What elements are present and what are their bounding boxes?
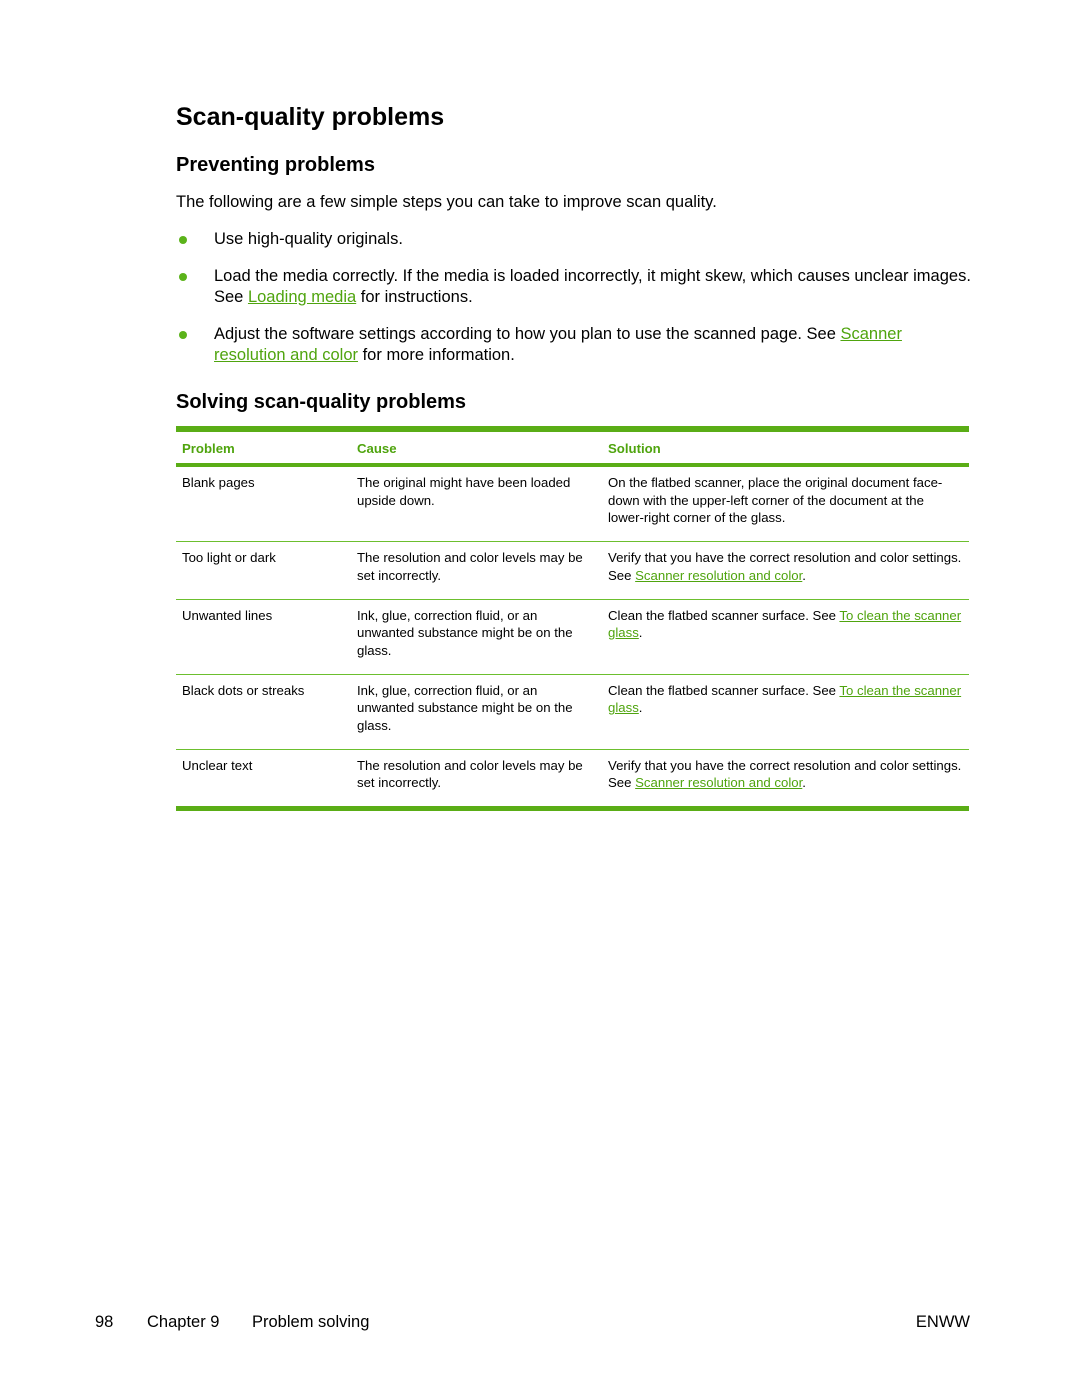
solution-text: Clean the flatbed scanner surface. See: [608, 607, 840, 623]
section-label: Problem solving: [252, 1313, 370, 1331]
solution-cell: Verify that you have the correct resolut…: [602, 749, 969, 808]
list-item-text: for instructions.: [356, 288, 473, 306]
table-row: Unclear text The resolution and color le…: [176, 749, 969, 809]
problem-cell: Blank pages: [182, 475, 255, 490]
solution-text: .: [638, 700, 643, 716]
bullet-icon: [179, 236, 187, 244]
solution-cell: On the flatbed scanner, place the origin…: [602, 465, 969, 542]
table-header-row: Problem Cause Solution: [176, 429, 969, 465]
cause-cell: The original might have been loaded upsi…: [357, 475, 571, 508]
scanner-resolution-link[interactable]: Scanner resolution and color: [635, 568, 802, 583]
section-heading-solving: Solving scan-quality problems: [176, 391, 467, 413]
cause-cell: Ink, glue, correction fluid, or an unwan…: [357, 607, 573, 658]
cause-cell: Ink, glue, correction fluid, or an unwan…: [357, 682, 573, 734]
problem-cell: Too light or dark: [182, 550, 276, 566]
page-number: 98: [95, 1313, 114, 1331]
solution-text: On the flatbed scanner, place the origin…: [608, 475, 943, 526]
solution-text: .: [802, 567, 806, 583]
solution-text: .: [638, 625, 643, 641]
scanner-resolution-link[interactable]: Scanner resolution and color: [635, 775, 802, 790]
locale-label: ENWW: [915, 1313, 970, 1331]
problem-cell: Black dots or streaks: [182, 682, 305, 698]
intro-paragraph: The following are a few simple steps you…: [176, 193, 717, 211]
table-row: Unwanted lines Ink, glue, correction flu…: [176, 599, 969, 675]
prevention-list: Use high-quality originals. Load the med…: [176, 229, 976, 382]
chapter-label: Chapter 9: [147, 1313, 220, 1331]
list-item-text: Use high-quality originals.: [214, 230, 403, 248]
list-item: Use high-quality originals.: [176, 229, 976, 250]
table-row: Blank pages The original might have been…: [176, 465, 969, 542]
cause-cell: The resolution and color levels may be s…: [357, 757, 583, 791]
page-footer: 98 Chapter 9 Problem solving ENWW: [95, 1311, 970, 1333]
bullet-icon: [179, 273, 187, 281]
table-row: Black dots or streaks Ink, glue, correct…: [176, 674, 969, 750]
page-title: Scan-quality problems: [176, 103, 445, 131]
solution-cell: Clean the flatbed scanner surface. See T…: [602, 674, 969, 749]
list-item-text: Adjust the software settings according t…: [214, 325, 841, 343]
table-row: Too light or dark The resolution and col…: [176, 542, 969, 600]
list-item: Adjust the software settings according t…: [176, 324, 976, 366]
section-heading-preventing: Preventing problems: [176, 154, 375, 176]
cause-cell: The resolution and color levels may be s…: [357, 550, 583, 583]
column-header-solution: Solution: [608, 441, 661, 457]
column-header-cause: Cause: [357, 441, 397, 457]
solution-text: Clean the flatbed scanner surface. See: [608, 682, 840, 698]
column-header-problem: Problem: [182, 441, 235, 457]
problem-cell: Unwanted lines: [182, 607, 273, 623]
scan-quality-table: Problem Cause Solution Blank pages The o…: [176, 426, 969, 811]
problem-cell: Unclear text: [182, 757, 253, 773]
bullet-icon: [179, 331, 187, 339]
solution-cell: Clean the flatbed scanner surface. See T…: [602, 599, 969, 674]
list-item-text: for more information.: [358, 346, 515, 364]
solution-cell: Verify that you have the correct resolut…: [602, 542, 969, 599]
solution-text: .: [802, 775, 806, 791]
list-item: Load the media correctly. If the media i…: [176, 266, 976, 308]
loading-media-link[interactable]: Loading media: [248, 288, 356, 306]
